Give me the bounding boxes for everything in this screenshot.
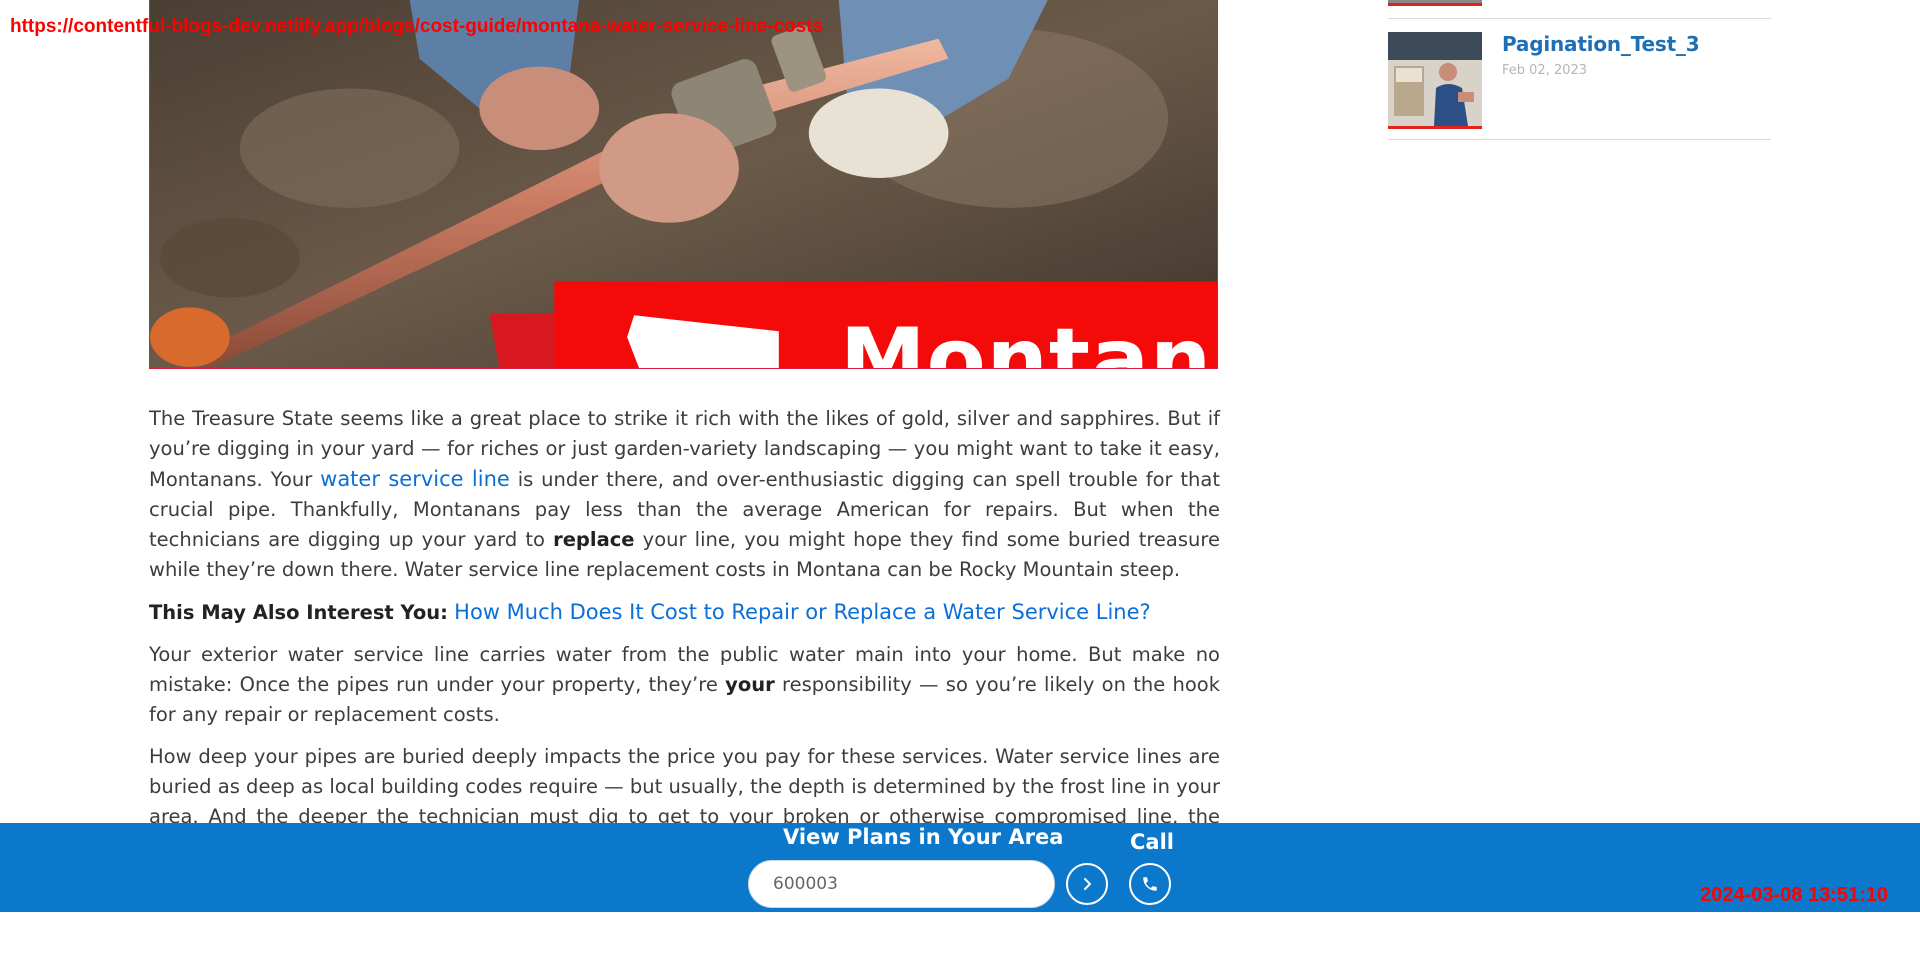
bold-text: replace bbox=[553, 528, 635, 551]
divider bbox=[1388, 18, 1771, 19]
post-thumbnail-image bbox=[1388, 32, 1482, 126]
bold-text: your bbox=[725, 673, 775, 696]
phone-icon bbox=[1143, 877, 1157, 891]
interest-label: This May Also Interest You: bbox=[149, 601, 448, 624]
also-interest-callout: This May Also Interest You: How Much Doe… bbox=[149, 597, 1220, 628]
previous-post-thumbnail[interactable] bbox=[1388, 0, 1482, 6]
water-service-line-link[interactable]: water service line bbox=[320, 467, 510, 491]
post-thumbnail[interactable] bbox=[1388, 32, 1482, 129]
call-button[interactable] bbox=[1129, 863, 1171, 905]
view-plans-heading: View Plans in Your Area bbox=[783, 825, 1064, 849]
related-post-item[interactable]: Pagination_Test_3 Feb 02, 2023 bbox=[1388, 32, 1771, 140]
capture-timestamp: 2024-03-08 13:51:10 bbox=[1700, 884, 1888, 906]
url-overlay: https://contentful-blogs-dev.netlify.app… bbox=[10, 16, 824, 37]
post-date: Feb 02, 2023 bbox=[1502, 63, 1588, 78]
submit-zip-button[interactable] bbox=[1066, 863, 1108, 905]
article-body: The Treasure State seems like a great pl… bbox=[149, 404, 1220, 874]
post-title[interactable]: Pagination_Test_3 bbox=[1502, 32, 1700, 56]
chevron-right-icon bbox=[1084, 878, 1091, 890]
article-paragraph: Your exterior water service line carries… bbox=[149, 640, 1220, 730]
view-plans-bar: View Plans in Your Area bbox=[0, 823, 1920, 912]
interest-link[interactable]: How Much Does It Cost to Repair or Repla… bbox=[454, 600, 1151, 624]
article-paragraph: The Treasure State seems like a great pl… bbox=[149, 404, 1220, 585]
hero-banner-text: Montana bbox=[840, 310, 1217, 369]
call-label: Call bbox=[1130, 830, 1174, 854]
zip-code-input[interactable] bbox=[748, 860, 1055, 908]
hero-image: Montana bbox=[149, 0, 1218, 369]
